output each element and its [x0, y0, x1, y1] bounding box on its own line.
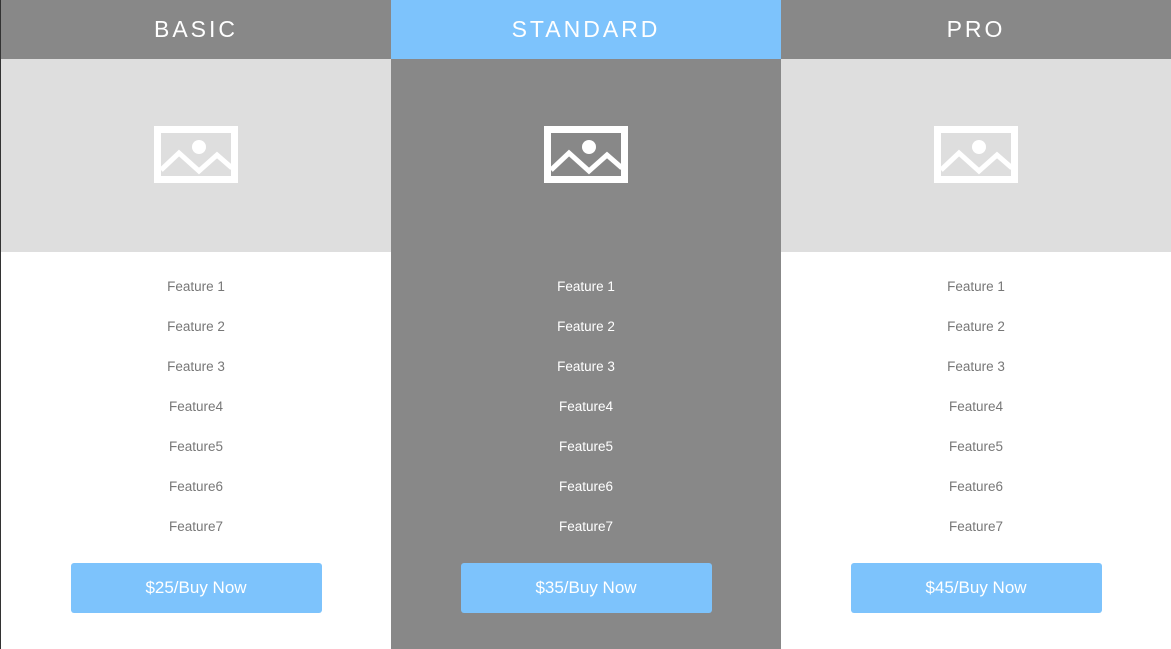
plan-card-basic: BASIC Feature 1 Feature 2 Feature 3 Feature…: [1, 0, 391, 649]
plan-card-pro: PRO Feature 1 Feature 2 Feature 3 Feature4 F…: [781, 0, 1171, 649]
plan-image: [781, 59, 1171, 252]
feature-item: Feature7: [558, 519, 614, 534]
plan-image: [1, 59, 391, 252]
image-placeholder-icon: [544, 125, 628, 183]
feature-item: Feature 2: [947, 319, 1005, 334]
feature-item: Feature7: [168, 519, 224, 534]
plan-card-standard: STANDARD Feature 1 Feature 2 Feature 3 Feat…: [391, 0, 781, 649]
plan-title: BASIC: [1, 0, 391, 59]
feature-item: Feature 1: [557, 279, 615, 294]
feature-item: Feature 2: [167, 319, 225, 334]
image-placeholder-icon: [934, 125, 1018, 183]
feature-list: Feature 1 Feature 2 Feature 3 Feature4 Featu…: [167, 279, 225, 559]
pricing-table: BASIC Feature 1 Feature 2 Feature 3 Feature…: [0, 0, 1171, 649]
feature-item: Feature 3: [947, 359, 1005, 374]
plan-title: PRO: [781, 0, 1171, 59]
feature-item: Feature7: [948, 519, 1004, 534]
plan-title: STANDARD: [391, 0, 781, 59]
feature-item: Feature6: [168, 479, 224, 494]
feature-item: Feature5: [558, 439, 614, 454]
feature-item: Feature 3: [557, 359, 615, 374]
plan-image: [391, 59, 781, 252]
feature-item: Feature 3: [167, 359, 225, 374]
feature-item: Feature 1: [167, 279, 225, 294]
buy-now-button-standard[interactable]: $35/Buy Now: [460, 563, 712, 613]
feature-item: Feature5: [168, 439, 224, 454]
feature-list: Feature 1 Feature 2 Feature 3 Feature4 Featu…: [947, 279, 1005, 559]
feature-item: Feature 1: [947, 279, 1005, 294]
feature-item: Feature4: [168, 399, 224, 414]
feature-item: Feature6: [558, 479, 614, 494]
feature-item: Feature6: [948, 479, 1004, 494]
buy-now-button-basic[interactable]: $25/Buy Now: [70, 563, 322, 613]
feature-item: Feature4: [948, 399, 1004, 414]
feature-item: Feature 2: [557, 319, 615, 334]
feature-item: Feature4: [558, 399, 614, 414]
image-placeholder-icon: [154, 125, 238, 183]
feature-list: Feature 1 Feature 2 Feature 3 Feature4 Featu…: [557, 279, 615, 559]
feature-item: Feature5: [948, 439, 1004, 454]
buy-now-button-pro[interactable]: $45/Buy Now: [850, 563, 1102, 613]
